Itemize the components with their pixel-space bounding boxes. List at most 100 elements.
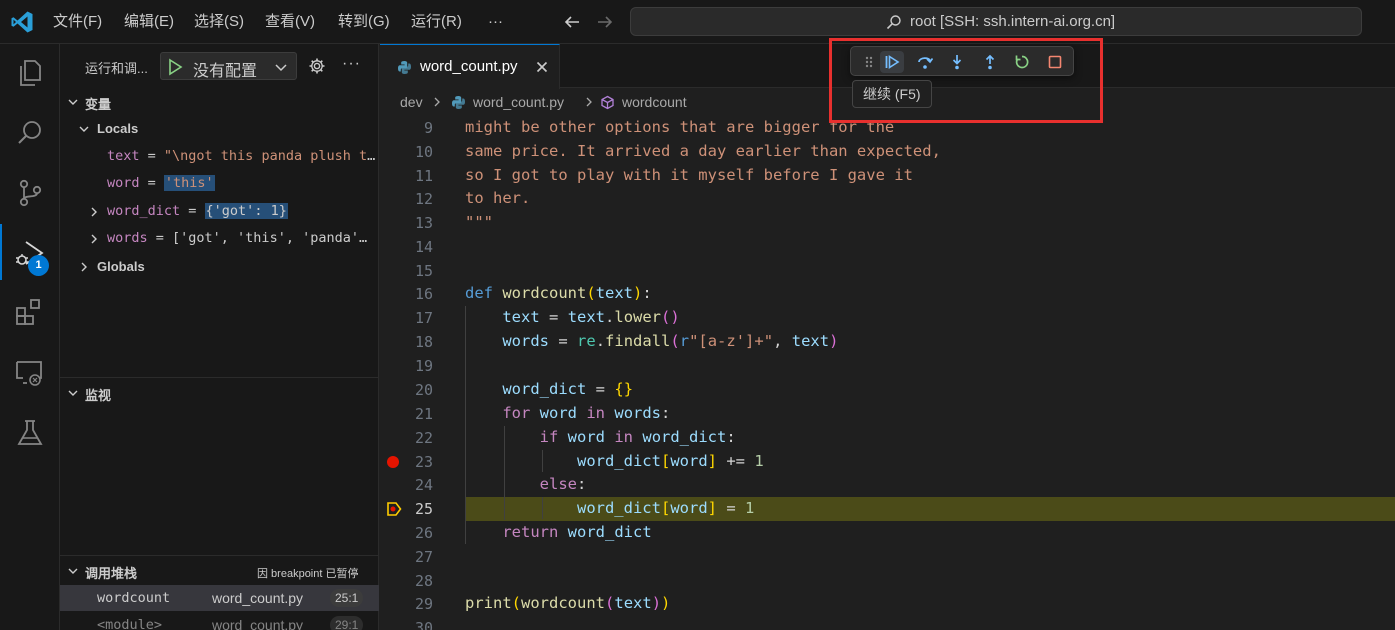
breadcrumb-symbol[interactable]: wordcount: [622, 94, 687, 110]
tab-word-count[interactable]: word_count.py: [380, 44, 560, 89]
code-line: 11 so I got to play with it myself before…: [414, 166, 913, 185]
variable-row[interactable]: word_dict = {'got': 1}: [60, 199, 379, 225]
function-symbol-icon: [601, 95, 614, 110]
variables-title: 变量: [85, 97, 112, 112]
activity-bar: 1: [0, 44, 60, 630]
start-debugging-icon[interactable]: [167, 58, 183, 76]
variable-row[interactable]: words = ['got', 'this', 'panda', 'plush'…: [60, 226, 379, 252]
globals-label: Globals: [97, 259, 145, 274]
watch-title: 监视: [85, 388, 112, 403]
breadcrumb-folder[interactable]: dev: [400, 94, 423, 110]
stack-frame-function: <module>: [97, 617, 163, 630]
stack-frame-file: word_count.py: [212, 590, 304, 606]
code-line: 23 word_dict[word] += 1: [414, 452, 764, 471]
variables-section-header[interactable]: 变量: [60, 91, 379, 113]
code-line: 12 to her.: [414, 189, 531, 208]
variable-name: word: [107, 175, 140, 191]
code-line: 30: [414, 619, 433, 630]
chevron-right-icon: [91, 207, 97, 217]
extensions-icon[interactable]: [14, 297, 46, 329]
command-center[interactable]: root [SSH: ssh.intern-ai.org.cn]: [630, 7, 1362, 36]
stack-frame-function: wordcount: [97, 590, 171, 606]
chevron-down-icon: [68, 568, 78, 574]
callstack-section-header[interactable]: 调用堆栈 因 breakpoint 已暂停: [60, 560, 379, 582]
menu-run[interactable]: 运行(R): [411, 12, 462, 32]
tab-label: word_count.py: [420, 58, 518, 75]
chevron-right-icon: [434, 97, 440, 107]
code-line: 22 if word in word_dict:: [414, 428, 736, 447]
section-divider: [60, 555, 379, 556]
code-line: 10 same price. It arrived a day earlier t…: [414, 142, 941, 161]
menu-file[interactable]: 文件(F): [53, 12, 102, 32]
code-line: 26 return word_dict: [414, 523, 652, 542]
debug-badge: 1: [28, 255, 49, 276]
callstack-title: 调用堆栈: [85, 566, 138, 581]
chevron-right-icon: [91, 234, 97, 244]
locals-scope[interactable]: Locals: [60, 116, 379, 142]
stack-frame[interactable]: wordcount word_count.py 25:1: [60, 585, 379, 611]
code-line: 24 else:: [414, 475, 587, 494]
launch-config-dropdown[interactable]: 没有配置: [160, 52, 297, 80]
testing-icon[interactable]: [14, 417, 46, 449]
code-line: 14: [414, 238, 433, 256]
close-icon[interactable]: [535, 60, 549, 74]
chevron-down-icon: [68, 390, 78, 396]
chevron-down-icon: [68, 99, 78, 105]
variable-name: words: [107, 230, 148, 246]
code-line: 13 """: [414, 213, 493, 232]
menu-more[interactable]: ···: [488, 12, 503, 32]
vscode-logo-icon: [11, 11, 33, 33]
variable-row[interactable]: text = "\ngot this panda plush toy for m…: [60, 144, 379, 170]
chevron-right-icon: [586, 97, 592, 107]
watch-section-header[interactable]: 监视: [60, 382, 379, 404]
active-view-marker: [0, 224, 2, 280]
source-control-icon[interactable]: [14, 177, 46, 209]
code-line: 15: [414, 262, 433, 280]
code-line: 17 text = text.lower(): [414, 308, 680, 327]
variable-row[interactable]: word = 'this': [60, 171, 379, 197]
menu-go[interactable]: 转到(G): [338, 12, 390, 32]
annotation-highlight-box: [829, 38, 1103, 123]
variable-value: 'this': [163, 175, 215, 191]
arrow-right-icon[interactable]: [594, 11, 616, 33]
code-area[interactable]: 9 might be other options that are bigger …: [380, 116, 1395, 630]
editor-area: word_count.py dev word_count.py wordcoun…: [380, 44, 1395, 630]
code-line: 19: [414, 357, 433, 375]
explorer-icon[interactable]: [14, 57, 46, 89]
title-bar: 文件(F) 编辑(E) 选择(S) 查看(V) 转到(G) 运行(R) ··· …: [0, 0, 1395, 44]
arrow-left-icon[interactable]: [561, 11, 583, 33]
stack-frame-file: word_count.py: [212, 617, 304, 630]
menu-selection[interactable]: 选择(S): [194, 12, 244, 32]
search-icon[interactable]: [14, 117, 46, 149]
code-line: 20 word_dict = {}: [414, 380, 634, 399]
python-file-icon: [452, 96, 465, 109]
chevron-down-icon: [275, 64, 287, 72]
chevron-down-icon: [79, 126, 89, 132]
menu-edit[interactable]: 编辑(E): [124, 12, 174, 32]
menu-view[interactable]: 查看(V): [265, 12, 315, 32]
code-line: 29 print(wordcount(text)): [414, 594, 671, 613]
search-icon: [886, 15, 901, 30]
stack-frame-position: 25:1: [330, 589, 364, 607]
section-divider: [60, 377, 379, 378]
breadcrumb-file[interactable]: word_count.py: [473, 94, 564, 110]
code-line: 21 for word in words:: [414, 404, 671, 423]
code-line: 27: [414, 548, 433, 566]
sidebar-title: 运行和调...: [85, 61, 148, 76]
gear-icon[interactable]: [308, 57, 326, 75]
remote-explorer-icon[interactable]: [14, 357, 46, 389]
code-line: 28: [414, 572, 433, 590]
paused-status: 因 breakpoint 已暂停: [257, 568, 359, 580]
globals-scope[interactable]: Globals: [60, 254, 379, 280]
variable-name: word_dict: [107, 203, 181, 219]
code-line-current: 25 word_dict[word] = 1: [414, 499, 755, 518]
more-actions-button[interactable]: ···: [342, 55, 361, 73]
variable-name: text: [107, 148, 140, 164]
variable-value: ['got', 'this', 'panda', 'plush', 'toy']: [172, 230, 375, 246]
debug-sidebar: 运行和调... 没有配置 ··· 变量 Locals text = "\ngot…: [60, 44, 379, 630]
launch-config-label: 没有配置: [193, 63, 258, 80]
command-center-label: root [SSH: ssh.intern-ai.org.cn]: [910, 13, 1116, 30]
code-line: 18 words = re.findall(r"[a-z']+", text): [414, 332, 839, 351]
stack-frame[interactable]: <module> word_count.py 29:1: [60, 612, 379, 630]
locals-label: Locals: [97, 121, 139, 136]
